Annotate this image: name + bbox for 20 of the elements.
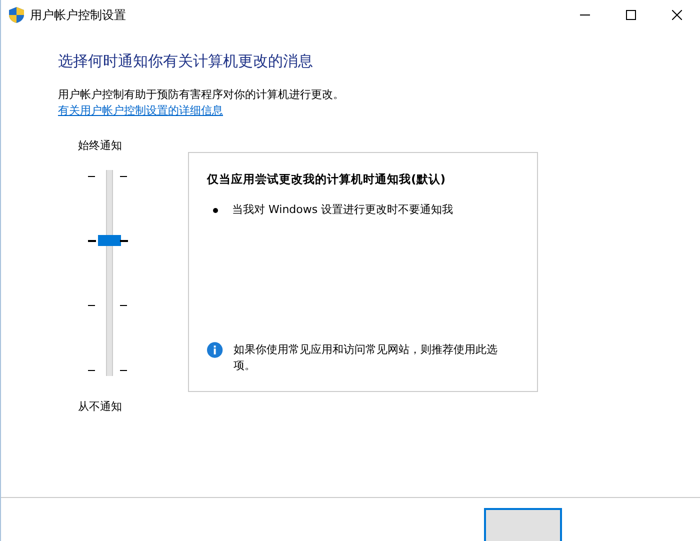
maximize-icon[interactable] bbox=[626, 10, 636, 20]
info-icon bbox=[207, 342, 223, 358]
close-icon[interactable] bbox=[672, 10, 682, 20]
recommendation-note: 如果你使用常见应用和访问常见网站，则推荐使用此选项。 bbox=[234, 342, 499, 374]
bullet-text: 当我对 Windows 设置进行更改时不要通知我 bbox=[232, 202, 454, 218]
page-heading: 选择何时通知你有关计算机更改的消息 bbox=[58, 51, 314, 72]
details-link[interactable]: 有关用户帐户控制设置的详细信息 bbox=[58, 104, 223, 117]
slider-top-label: 始终通知 bbox=[78, 138, 123, 154]
intro-text: 用户帐户控制有助于预防有害程序对你的计算机进行更改。 bbox=[58, 86, 345, 102]
tick-mark bbox=[120, 304, 127, 306]
window-title: 用户帐户控制设置 bbox=[30, 7, 126, 24]
tick-mark bbox=[120, 240, 128, 242]
slider-bottom-label: 从不通知 bbox=[78, 399, 123, 415]
bullet-icon bbox=[213, 208, 218, 212]
slider-thumb[interactable] bbox=[98, 235, 121, 246]
tick-mark bbox=[88, 304, 95, 306]
default-button[interactable] bbox=[484, 508, 562, 541]
shield-icon bbox=[9, 7, 24, 23]
description-title: 仅当应用尝试更改我的计算机时通知我(默认) bbox=[207, 170, 447, 188]
tick-mark bbox=[88, 240, 96, 242]
